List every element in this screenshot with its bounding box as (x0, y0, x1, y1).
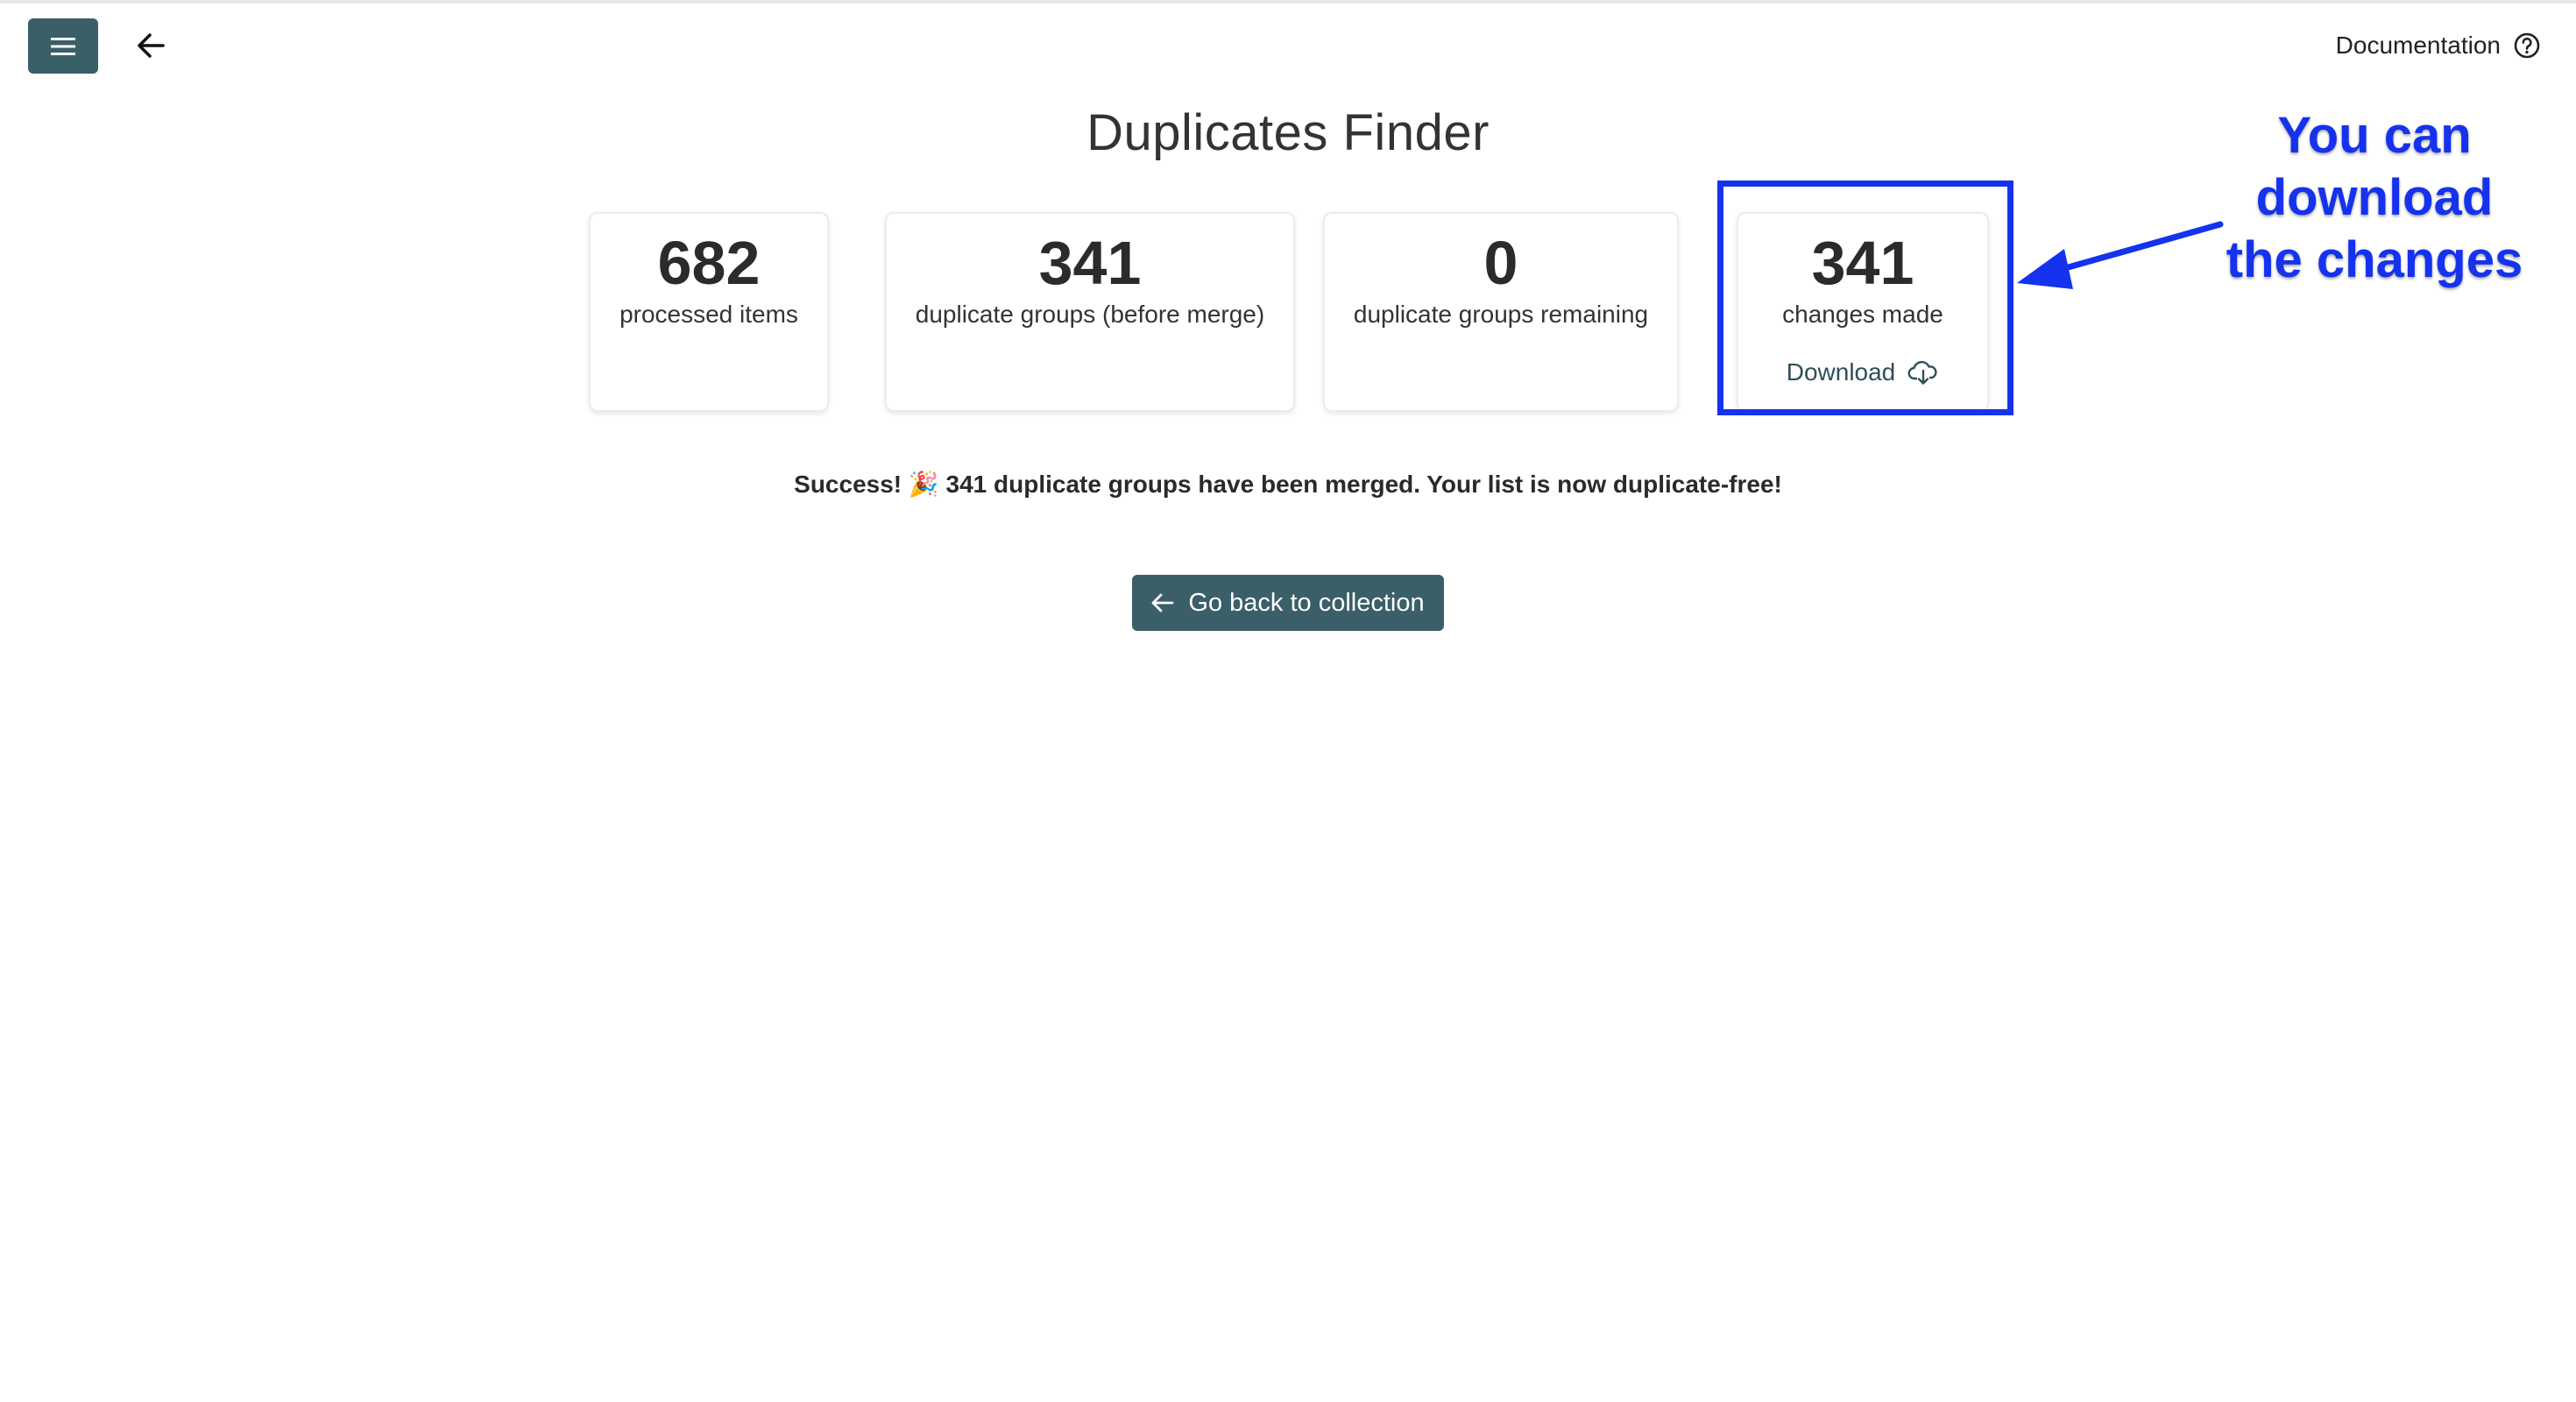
arrow-left-icon (1151, 593, 1174, 612)
top-border (0, 0, 2576, 4)
stat-card-duplicate-groups-before: 341 duplicate groups (before merge) (885, 212, 1295, 412)
documentation-label: Documentation (2335, 32, 2501, 59)
go-back-to-collection-button[interactable]: Go back to collection (1132, 575, 1444, 631)
page-title: Duplicates Finder (1086, 104, 1490, 161)
stat-value: 0 (1483, 229, 1518, 297)
stat-label: processed items (619, 301, 798, 328)
menu-icon (51, 37, 75, 55)
stat-value: 341 (1038, 229, 1142, 297)
menu-button[interactable] (28, 18, 98, 74)
stat-label: duplicate groups (before merge) (915, 301, 1265, 328)
go-back-label: Go back to collection (1188, 588, 1425, 617)
annotation-line-1: You can (2277, 107, 2472, 164)
annotation-text: You can download the changes (2190, 105, 2558, 291)
annotation-line-2: download (2255, 168, 2494, 226)
stat-card-processed-items: 682 processed items (589, 212, 829, 412)
annotation-highlight-box (1717, 181, 2013, 415)
documentation-link[interactable]: Documentation (2336, 25, 2541, 67)
stat-value: 682 (657, 229, 761, 297)
arrow-left-icon (138, 33, 165, 58)
stat-label: duplicate groups remaining (1353, 301, 1649, 328)
success-message: Success! 🎉 341 duplicate groups have bee… (794, 471, 1782, 498)
help-circle-icon (2514, 32, 2540, 59)
stat-card-duplicate-groups-remaining: 0 duplicate groups remaining (1323, 212, 1679, 412)
annotation-line-3: the changes (2226, 230, 2523, 288)
back-button[interactable] (130, 26, 172, 65)
